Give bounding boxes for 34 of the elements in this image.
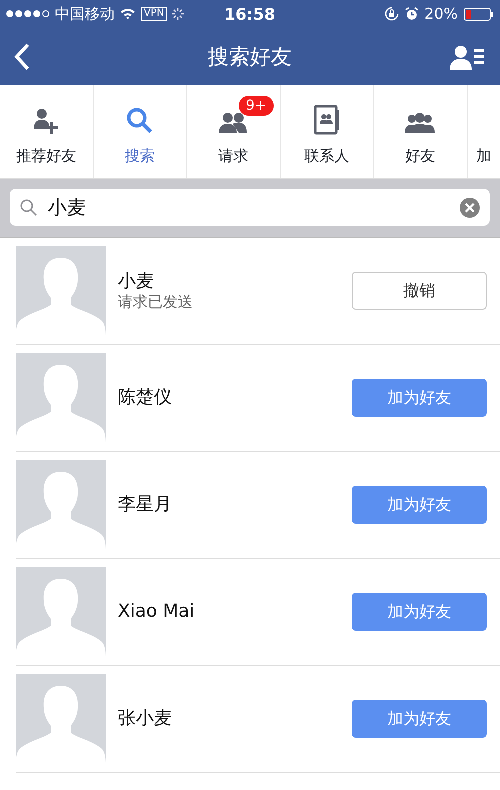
rotation-lock-icon — [384, 7, 399, 21]
avatar-icon — [16, 353, 106, 443]
friend-name: Xiao Mai — [118, 601, 196, 623]
friend-name: 小麦 — [118, 270, 155, 292]
back-button[interactable] — [14, 42, 30, 70]
friend-name: 陈楚仪 — [118, 387, 173, 409]
search-icon — [126, 107, 154, 135]
vpn-indicator: VPN — [141, 7, 168, 21]
search-icon — [20, 199, 38, 217]
activity-spinner-icon — [172, 8, 184, 20]
notification-badge: 9+ — [239, 96, 274, 116]
people-icon — [219, 111, 248, 135]
search-field[interactable]: 小麦 — [10, 189, 490, 226]
alarm-icon — [404, 7, 419, 21]
request-status: 请求已发送 — [118, 292, 194, 312]
address-book-icon — [314, 105, 340, 135]
carrier-name: 中国移动 — [55, 4, 115, 24]
cancel-request-button[interactable]: 撤销 — [352, 272, 487, 310]
avatar-icon — [16, 460, 106, 550]
avatar-icon — [16, 246, 106, 336]
page-title: 搜索好友 — [208, 44, 292, 68]
add-person-icon — [32, 107, 60, 135]
avatar-icon — [16, 674, 106, 764]
status-time: 16:58 — [224, 4, 276, 24]
clear-icon[interactable] — [460, 198, 480, 218]
battery-icon — [464, 8, 494, 20]
signal-icon — [6, 10, 50, 18]
friend-name: 李星月 — [118, 494, 173, 516]
wifi-icon — [120, 8, 136, 20]
contact-list-icon[interactable] — [450, 44, 484, 70]
avatar-icon — [16, 567, 106, 657]
group-icon — [405, 111, 436, 135]
friend-name: 张小麦 — [118, 708, 173, 730]
battery-percent: 20% — [424, 5, 458, 23]
